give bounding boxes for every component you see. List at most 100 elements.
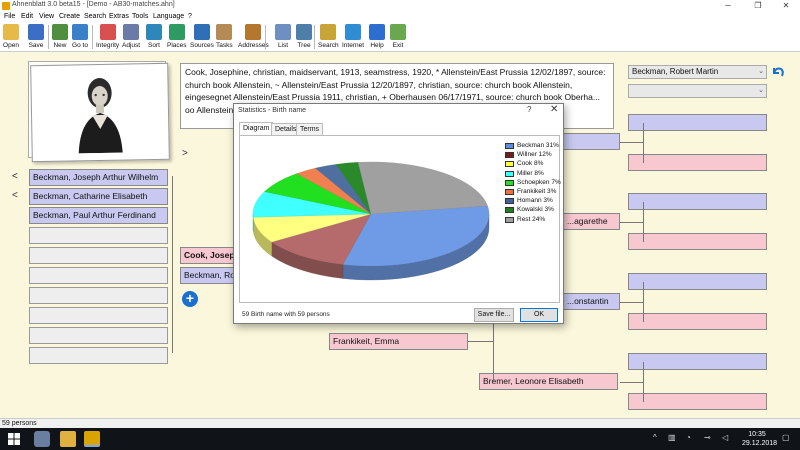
tree-box-bremer[interactable]: Bremer, Leonore Elisabeth <box>479 373 618 390</box>
legend-item: Schoepken 7% <box>505 179 561 188</box>
sources-button[interactable]: Sources <box>190 23 214 51</box>
sort-icon <box>146 24 162 40</box>
dialog-close-button[interactable]: ✕ <box>550 104 558 115</box>
second-combo[interactable]: ⌄ <box>628 84 767 98</box>
integrity-check-icon <box>99 24 116 40</box>
ancestor-box[interactable] <box>628 193 767 210</box>
tree-box-frankikeit[interactable]: Frankikeit, Emma <box>329 333 468 350</box>
pie-slice-8 <box>357 161 488 215</box>
ok-button[interactable]: OK <box>520 308 558 322</box>
list-button[interactable]: List <box>275 23 291 51</box>
internet-button[interactable]: Internet <box>342 23 364 51</box>
save-file-button[interactable]: Save file... <box>474 308 514 322</box>
toolbar-button-label: Search <box>318 42 339 49</box>
chart-legend: Beckman 31% Willner 12% Cook 8% Miller 8% Sc… <box>505 142 561 225</box>
clock-time: 10:35 <box>748 431 766 438</box>
sort-button[interactable]: Sort <box>146 23 162 51</box>
child-box-empty[interactable] <box>29 247 168 264</box>
child-box-empty[interactable] <box>29 227 168 244</box>
legend-swatch <box>505 188 514 195</box>
prev-child-arrow-2[interactable]: < <box>12 190 18 201</box>
chevron-up-icon[interactable]: ^ <box>653 433 657 442</box>
child-box-empty[interactable] <box>29 307 168 324</box>
dialog-footer-text: 59 Birth name with 59 persons <box>242 311 330 318</box>
minimize-button[interactable]: ─ <box>714 0 742 12</box>
person-combo[interactable]: Beckman, Robert Martin ⌄ <box>628 65 767 79</box>
child-box-1[interactable]: Beckman, Joseph Arthur Wilhelm <box>29 169 168 186</box>
network-icon[interactable]: ▥ <box>668 433 676 442</box>
ancestor-box[interactable] <box>628 353 767 370</box>
next-arrow[interactable]: > <box>182 148 188 159</box>
menu-help[interactable]: ? <box>188 13 192 20</box>
integrity-button[interactable]: Integrity <box>96 23 119 51</box>
ancestor-box[interactable] <box>628 233 767 250</box>
maximize-button[interactable]: ❐ <box>744 0 772 12</box>
menu-tools[interactable]: Tools <box>132 13 148 20</box>
menu-view[interactable]: View <box>39 13 54 20</box>
menu-extras[interactable]: Extras <box>109 13 129 20</box>
menu-edit[interactable]: Edit <box>21 13 33 20</box>
undo-arrow-icon[interactable] <box>770 64 786 80</box>
diagram-panel: Beckman 31% Willner 12% Cook 8% Miller 8% Sc… <box>239 135 561 303</box>
close-button[interactable]: ✕ <box>772 0 800 12</box>
tree-box-konstantin[interactable]: ...onstantin <box>563 293 620 310</box>
dialog-help-button[interactable]: ? <box>527 105 531 114</box>
menu-bar: File Edit View Create Search Extras Tool… <box>0 12 800 22</box>
open-button[interactable]: Open <box>3 23 19 51</box>
taskbar-app-icon[interactable] <box>34 431 50 447</box>
person-photo[interactable] <box>30 62 170 163</box>
tree-button[interactable]: Tree <box>296 23 312 51</box>
tree-box-garethe[interactable]: ...agarethe <box>563 213 620 230</box>
add-person-icon[interactable]: + <box>182 291 198 307</box>
tree-box-father-partial[interactable] <box>563 133 620 150</box>
child-box-empty[interactable] <box>29 327 168 344</box>
tasks-button[interactable]: Tasks <box>216 23 233 51</box>
statistics-dialog: Statistics - Birth name ? ✕ Diagram Deta… <box>233 103 564 324</box>
magnifier-icon <box>320 24 337 40</box>
clock-date: 29.12.2018 <box>742 440 778 447</box>
wifi-icon[interactable]: ◔ <box>686 433 691 442</box>
exit-button[interactable]: Exit <box>390 23 406 51</box>
child-box-3[interactable]: Beckman, Paul Arthur Ferdinand <box>29 207 168 224</box>
ancestor-box[interactable] <box>628 273 767 290</box>
menu-language[interactable]: Language <box>153 13 184 20</box>
clock[interactable]: 10:35 29.12.2018 <box>742 430 778 448</box>
legend-label: Homann 3% <box>517 197 553 205</box>
adjust-button[interactable]: Adjust <box>122 23 140 51</box>
menu-file[interactable]: File <box>4 13 15 20</box>
menu-search[interactable]: Search <box>84 13 106 20</box>
ancestor-box[interactable] <box>628 114 767 131</box>
save-button[interactable]: Save <box>28 23 44 51</box>
legend-swatch <box>505 143 514 149</box>
ahnenblatt-taskbar-icon[interactable] <box>84 431 100 447</box>
child-box-empty[interactable] <box>29 267 168 284</box>
tab-terms[interactable]: Terms <box>296 123 324 135</box>
go-to-button[interactable]: Go to <box>72 23 88 51</box>
sources-icon <box>193 24 210 40</box>
menu-create[interactable]: Create <box>59 13 80 20</box>
places-button[interactable]: Places <box>167 23 187 51</box>
help-button[interactable]: Help <box>369 23 385 51</box>
new-button[interactable]: New <box>52 23 68 51</box>
floppy-disk-icon <box>28 24 44 40</box>
notifications-icon[interactable]: ▢ <box>782 433 790 442</box>
volume-icon[interactable]: ◁ <box>722 433 728 442</box>
toolbar-button-label: Open <box>3 42 19 49</box>
search-button[interactable]: Search <box>318 23 339 51</box>
child-box-2[interactable]: Beckman, Catharine Elisabeth <box>29 188 168 205</box>
toolbar-button-label: Integrity <box>96 42 120 49</box>
child-box-empty[interactable] <box>29 287 168 304</box>
dialog-title: Statistics - Birth name <box>238 107 307 114</box>
windows-start-icon[interactable] <box>6 431 22 447</box>
file-explorer-icon[interactable] <box>60 431 76 447</box>
prev-child-arrow-1[interactable]: < <box>12 171 18 182</box>
ancestor-box[interactable] <box>628 313 767 330</box>
child-box-empty[interactable] <box>29 347 168 364</box>
ancestor-box[interactable] <box>628 393 767 410</box>
tree-connector <box>620 302 644 303</box>
center-person-box[interactable]: Cook, Joseph <box>180 247 240 264</box>
spouse-box[interactable]: Beckman, Ro <box>180 267 240 284</box>
ancestor-box[interactable] <box>628 154 767 171</box>
usb-icon[interactable]: ⊸ <box>704 433 711 442</box>
tab-diagram[interactable]: Diagram <box>239 122 274 135</box>
